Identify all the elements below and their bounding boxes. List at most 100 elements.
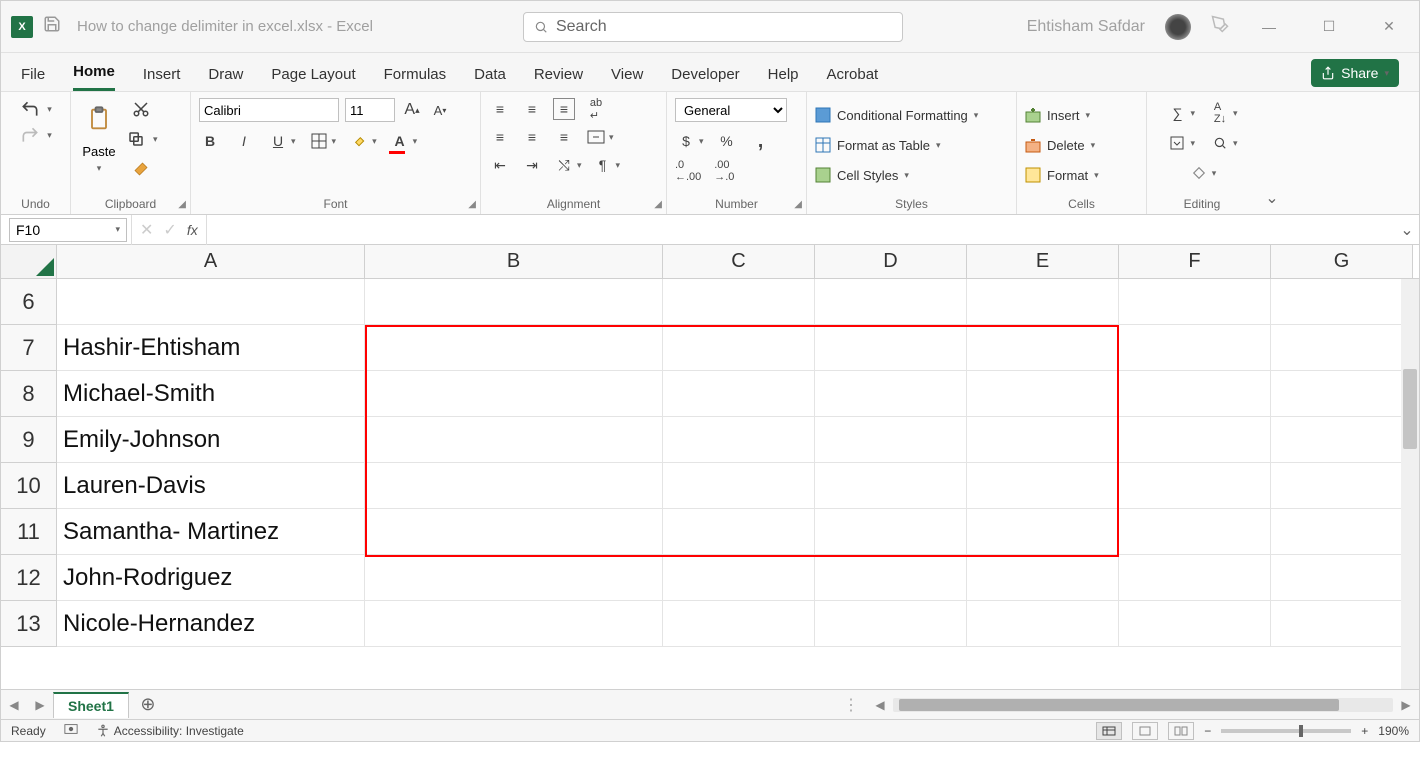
cell[interactable] — [365, 279, 663, 325]
column-header-B[interactable]: B — [365, 245, 663, 278]
accessibility-status[interactable]: Accessibility: Investigate — [96, 724, 244, 738]
cell[interactable] — [1271, 279, 1413, 325]
align-top-icon[interactable]: ≡ — [489, 98, 511, 120]
row-header[interactable]: 11 — [1, 509, 57, 555]
cell[interactable] — [57, 279, 365, 325]
sheet-nav-prev[interactable]: ◀ — [1, 698, 27, 712]
cell[interactable] — [967, 601, 1119, 647]
column-header-A[interactable]: A — [57, 245, 365, 278]
cell[interactable] — [663, 509, 815, 555]
decrease-indent-icon[interactable]: ⇤ — [489, 154, 511, 176]
column-header-E[interactable]: E — [967, 245, 1119, 278]
cell[interactable] — [663, 325, 815, 371]
tab-data[interactable]: Data — [474, 66, 506, 91]
undo-button[interactable] — [19, 98, 41, 120]
redo-button[interactable] — [19, 124, 41, 146]
bold-button[interactable]: B — [199, 130, 221, 152]
align-right-icon[interactable]: ≡ — [553, 126, 575, 148]
decrease-font-icon[interactable]: A▾ — [429, 99, 451, 121]
cell-styles-button[interactable]: Cell Styles▾ — [815, 162, 909, 188]
clear-icon[interactable] — [1188, 162, 1210, 184]
font-name-input[interactable] — [199, 98, 339, 122]
cut-button[interactable] — [130, 98, 152, 120]
cell[interactable] — [365, 371, 663, 417]
sort-filter-icon[interactable]: AZ↓ — [1209, 102, 1231, 124]
cell[interactable] — [815, 555, 967, 601]
cell[interactable] — [663, 279, 815, 325]
cell[interactable] — [663, 371, 815, 417]
increase-indent-icon[interactable]: ⇥ — [521, 154, 543, 176]
align-center-icon[interactable]: ≡ — [521, 126, 543, 148]
pen-icon[interactable] — [1211, 15, 1229, 38]
row-header[interactable]: 8 — [1, 371, 57, 417]
collapse-ribbon-button[interactable]: ⌄ — [1257, 92, 1287, 214]
minimize-button[interactable]: — — [1249, 19, 1289, 35]
page-layout-view-button[interactable] — [1132, 722, 1158, 740]
row-header[interactable]: 10 — [1, 463, 57, 509]
cell[interactable] — [815, 371, 967, 417]
cell[interactable] — [1119, 555, 1271, 601]
format-painter-button[interactable] — [130, 158, 152, 180]
name-box[interactable]: F10▾ — [9, 218, 127, 242]
tab-home[interactable]: Home — [73, 63, 115, 91]
cell[interactable] — [1119, 325, 1271, 371]
tab-review[interactable]: Review — [534, 66, 583, 91]
number-dialog-launcher[interactable]: ◢ — [794, 199, 802, 210]
insert-cells-button[interactable]: Insert▾ — [1025, 102, 1090, 128]
vertical-scrollbar[interactable] — [1401, 279, 1419, 689]
cell[interactable] — [1271, 555, 1413, 601]
column-header-G[interactable]: G — [1271, 245, 1413, 278]
close-button[interactable]: ✕ — [1369, 18, 1409, 35]
cell[interactable] — [1271, 463, 1413, 509]
tab-scroll-options[interactable]: ⋮ — [843, 695, 859, 715]
column-header-F[interactable]: F — [1119, 245, 1271, 278]
zoom-out-button[interactable]: − — [1204, 724, 1211, 738]
tab-insert[interactable]: Insert — [143, 66, 181, 91]
paste-button[interactable] — [79, 98, 119, 140]
cell[interactable] — [1271, 509, 1413, 555]
fill-color-button[interactable] — [348, 130, 370, 152]
cell[interactable] — [815, 279, 967, 325]
tab-file[interactable]: File — [21, 66, 45, 91]
wrap-text-icon[interactable]: ab↵ — [585, 98, 607, 120]
cell[interactable]: Emily-Johnson — [57, 417, 365, 463]
cell[interactable] — [365, 509, 663, 555]
cell[interactable] — [663, 463, 815, 509]
tab-developer[interactable]: Developer — [671, 66, 739, 91]
cell[interactable] — [1271, 417, 1413, 463]
search-input[interactable]: Search — [523, 12, 903, 42]
copy-button[interactable] — [125, 128, 147, 150]
macro-record-icon[interactable] — [64, 722, 78, 739]
cell[interactable] — [967, 325, 1119, 371]
increase-decimal-icon[interactable]: .0←.00 — [675, 160, 701, 182]
sheet-nav-next[interactable]: ▶ — [27, 698, 53, 712]
cell[interactable] — [1119, 463, 1271, 509]
align-left-icon[interactable]: ≡ — [489, 126, 511, 148]
fx-icon[interactable]: fx — [187, 222, 198, 238]
cell[interactable]: Lauren-Davis — [57, 463, 365, 509]
number-format-select[interactable]: General — [675, 98, 787, 122]
select-all-triangle[interactable] — [1, 245, 57, 278]
percent-icon[interactable]: % — [716, 130, 738, 152]
user-name[interactable]: Ehtisham Safdar — [1027, 18, 1145, 36]
cell[interactable] — [365, 417, 663, 463]
tab-help[interactable]: Help — [768, 66, 799, 91]
row-header[interactable]: 12 — [1, 555, 57, 601]
cell[interactable] — [365, 601, 663, 647]
align-bottom-icon[interactable]: ≡ — [553, 98, 575, 120]
cell[interactable] — [1271, 371, 1413, 417]
cell[interactable]: Nicole-Hernandez — [57, 601, 365, 647]
format-cells-button[interactable]: Format▾ — [1025, 162, 1099, 188]
cell[interactable] — [1271, 601, 1413, 647]
zoom-slider[interactable] — [1221, 729, 1351, 733]
page-break-view-button[interactable] — [1168, 722, 1194, 740]
comma-icon[interactable]: , — [750, 130, 772, 152]
conditional-formatting-button[interactable]: Conditional Formatting▾ — [815, 102, 978, 128]
cell[interactable] — [365, 325, 663, 371]
horizontal-scrollbar[interactable] — [893, 698, 1393, 712]
formula-input[interactable] — [207, 218, 1395, 242]
underline-button[interactable]: U — [267, 130, 289, 152]
enter-formula-icon[interactable]: ✓ — [163, 220, 176, 240]
alignment-dialog-launcher[interactable]: ◢ — [654, 199, 662, 210]
zoom-in-button[interactable]: + — [1361, 724, 1368, 738]
